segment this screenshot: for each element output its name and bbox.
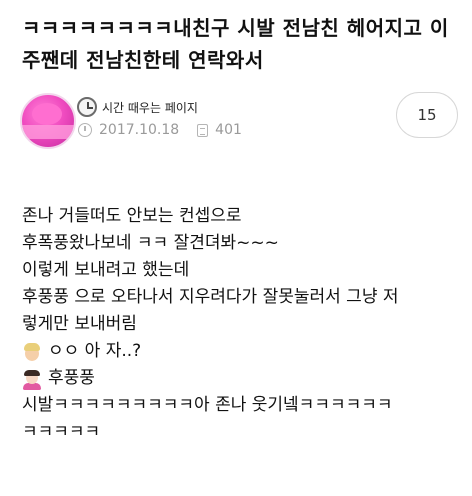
post-body: 존나 거들떠도 안보는 컨셉으로 후폭풍왔나보네 ㅋㅋ 잘견뎌봐~~~ 이렇게 … (22, 203, 462, 446)
view-count: 401 (215, 122, 242, 138)
post-meta: 2017.10.18 401 (78, 122, 242, 138)
post-date: 2017.10.18 (99, 122, 180, 138)
body-line: 이렇게 보내려고 했는데 (22, 260, 190, 280)
body-line: ㅋㅋㅋㅋㅋ (22, 422, 101, 442)
comment-count-button[interactable]: 15 (396, 92, 458, 138)
avatar-band (22, 125, 74, 139)
body-line: 후풍풍 으로 오타나서 지우려다가 잘못눌러서 그냥 저 (22, 287, 399, 307)
body-line: 후폭풍왔나보네 ㅋㅋ 잘견뎌봐~~~ (22, 233, 279, 253)
comment-count: 15 (417, 106, 437, 124)
man-emoji-icon (22, 342, 42, 362)
body-line: ㅇㅇ 아 자..? (22, 338, 462, 365)
body-line: 시발ㅋㅋㅋㅋㅋㅋㅋㅋㅋ아 존나 웃기넼ㅋㅋㅋㅋㅋㅋ (22, 395, 393, 415)
avatar-shape (32, 103, 62, 125)
woman-tipping-hand-emoji-icon (22, 369, 42, 390)
clock-icon (77, 97, 97, 117)
source-name[interactable]: 시간 때우는 페이지 (102, 99, 198, 116)
post-title: ㅋㅋㅋㅋㅋㅋㅋㅋ내친구 시발 전남친 헤어지고 이주짼데 전남친한테 연락와서 (22, 16, 449, 72)
body-line: 렇게만 보내버림 (22, 314, 137, 334)
profile-avatar[interactable] (20, 93, 76, 149)
document-icon (197, 123, 209, 137)
clock-icon (78, 123, 92, 137)
body-line: 후풍풍 (22, 365, 462, 392)
body-line: 존나 거들떠도 안보는 컨셉으로 (22, 206, 242, 226)
